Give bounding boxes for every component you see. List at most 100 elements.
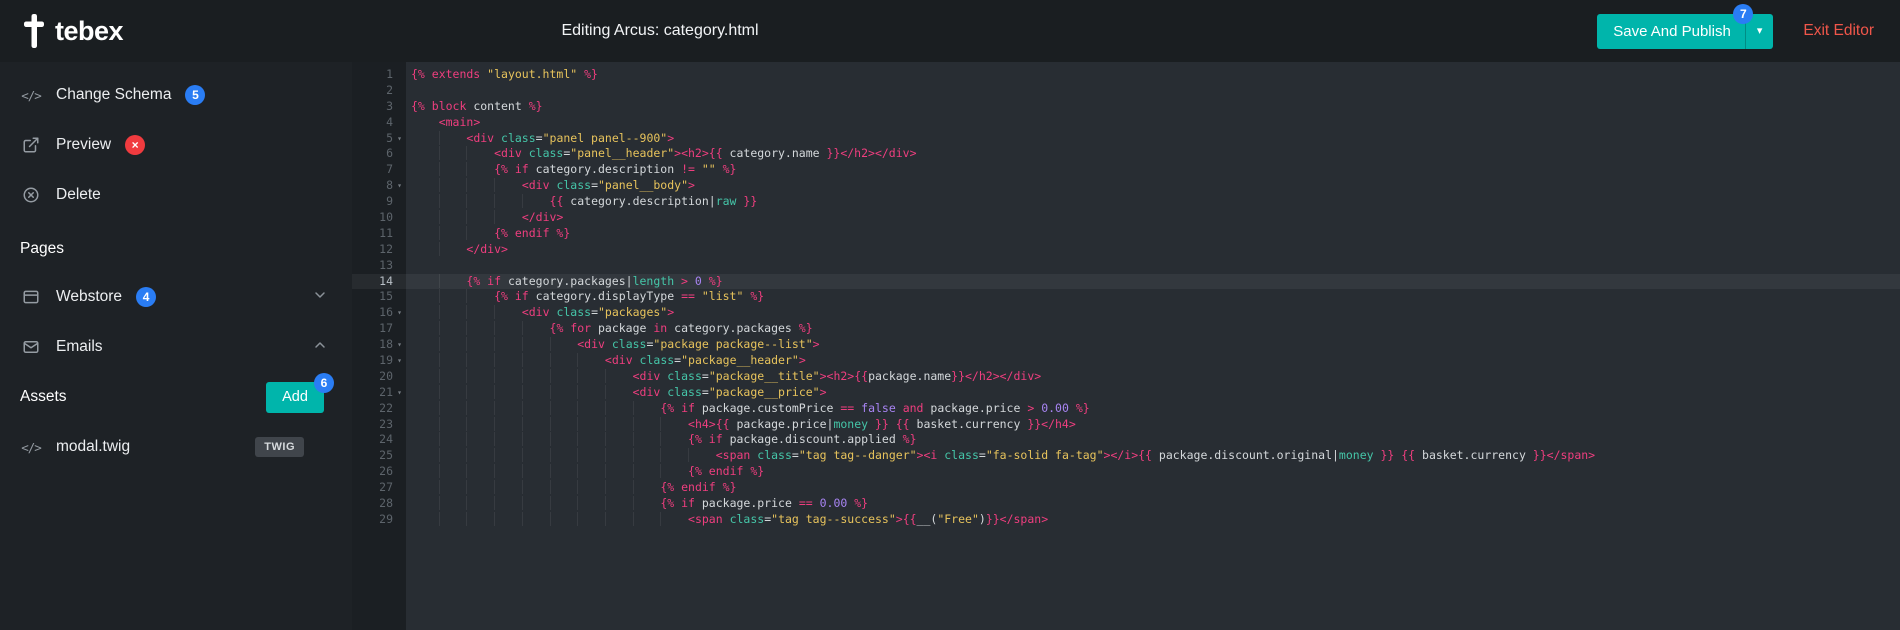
code-line[interactable]: 28 {% if package.price == 0.00 %} <box>352 496 1900 512</box>
line-number: 27 <box>379 480 393 495</box>
line-number: 21 ▾ <box>352 385 406 401</box>
editor-app: tebex Editing Arcus: category.html Save … <box>0 0 1900 630</box>
tebex-logo-icon <box>24 14 44 48</box>
sidebar-item-delete[interactable]: Delete <box>0 170 352 220</box>
line-number: 20 <box>379 368 393 383</box>
chevron-down-icon[interactable] <box>312 287 328 308</box>
code-line[interactable]: 16 ▾ <div class="packages"> <box>352 305 1900 321</box>
sidebar-item-preview[interactable]: Preview × <box>0 120 352 170</box>
code-icon: </> <box>21 439 42 455</box>
webstore-badge: 4 <box>136 287 157 307</box>
exit-editor-link[interactable]: Exit Editor <box>1803 22 1874 40</box>
fold-caret-icon[interactable]: ▾ <box>393 385 406 401</box>
line-number: 2 <box>386 82 393 97</box>
code-area[interactable]: 1 {% extends "layout.html" %} 2 3 {% block c… <box>352 62 1900 528</box>
code-line[interactable]: 11 {% endif %} <box>352 226 1900 242</box>
code-line[interactable]: 23 <h4>{{ package.price|money }} {{ bask… <box>352 417 1900 433</box>
code-line[interactable]: 2 <box>352 83 1900 99</box>
file-type-badge: TWIG <box>255 437 304 457</box>
code-line[interactable]: 22 {% if package.customPrice == false an… <box>352 401 1900 417</box>
line-number: 26 <box>379 464 393 479</box>
code-line[interactable]: 26 {% endif %} <box>352 464 1900 480</box>
code-line[interactable]: 13 <box>352 258 1900 274</box>
code-line[interactable]: 9 {{ category.description|raw }} <box>352 194 1900 210</box>
chevron-up-icon[interactable] <box>312 337 328 358</box>
webstore-label: Webstore <box>56 288 123 305</box>
code-line[interactable]: 17 {% for package in category.packages %… <box>352 321 1900 337</box>
line-number: 3 <box>386 98 393 113</box>
sidebar-item-webstore[interactable]: Webstore 4 <box>0 272 352 322</box>
fold-caret-icon[interactable]: ▾ <box>393 353 406 369</box>
line-number: 25 <box>379 448 393 463</box>
line-number: 1 <box>386 67 393 81</box>
code-line[interactable]: 1 {% extends "layout.html" %} <box>352 67 1900 83</box>
fold-caret-icon[interactable]: ▾ <box>393 131 406 147</box>
code-line[interactable]: 14 {% if category.packages|length > 0 %} <box>352 273 1900 290</box>
sidebar-item-modal-twig[interactable]: </> modal.twig TWIG <box>0 422 352 472</box>
line-number: 19 ▾ <box>352 353 406 369</box>
tebex-logo-text: tebex <box>55 15 124 46</box>
save-button-label: Save And Publish <box>1613 22 1731 40</box>
code-line[interactable]: 19 ▾ <div class="package__header"> <box>352 353 1900 369</box>
code-line[interactable]: 21 ▾ <div class="package__price"> <box>352 385 1900 401</box>
line-number: 11 <box>379 225 393 240</box>
line-number: 13 <box>379 257 393 272</box>
line-number: 24 <box>379 432 393 447</box>
delete-circle-x-icon <box>20 186 42 204</box>
save-button-group: Save And Publish ▾ 7 <box>1597 3 1774 49</box>
webstore-icon <box>20 288 42 306</box>
line-number: 5 ▾ <box>352 131 406 147</box>
line-number: 17 <box>379 321 393 336</box>
fold-caret-icon[interactable]: ▾ <box>393 337 406 353</box>
preview-error-badge: × <box>125 135 146 155</box>
code-line[interactable]: 5 ▾ <div class="panel panel--900"> <box>352 131 1900 147</box>
line-number: 6 <box>386 146 393 161</box>
envelope-icon <box>20 338 42 356</box>
line-number: 18 ▾ <box>352 337 406 353</box>
pages-section-label: Pages <box>20 240 64 257</box>
topbar-actions: Save And Publish ▾ 7 Exit Editor <box>1597 3 1874 49</box>
line-number: 23 <box>379 416 393 431</box>
code-editor[interactable]: 1 {% extends "layout.html" %} 2 3 {% block c… <box>352 62 1900 630</box>
code-line[interactable]: 12 </div> <box>352 242 1900 258</box>
file-name-label: modal.twig <box>56 438 131 455</box>
line-number: 29 <box>379 511 393 526</box>
code-line[interactable]: 24 {% if package.discount.applied %} <box>352 432 1900 448</box>
topbar: tebex Editing Arcus: category.html Save … <box>0 0 1900 62</box>
line-number: 9 <box>386 194 393 209</box>
assets-label: Assets <box>20 388 67 405</box>
code-line[interactable]: 7 {% if category.description != "" %} <box>352 162 1900 178</box>
line-number: 14 <box>379 273 393 288</box>
code-line[interactable]: 15 {% if category.displayType == "list" … <box>352 289 1900 305</box>
save-notification-badge: 7 <box>1733 3 1754 24</box>
fold-caret-icon[interactable]: ▾ <box>393 178 406 194</box>
code-icon: </> <box>21 87 42 103</box>
code-line[interactable]: 20 <div class="package__title"><h2>{{pac… <box>352 369 1900 385</box>
tebex-logo: tebex <box>22 14 124 48</box>
line-number: 16 ▾ <box>352 305 406 321</box>
change-schema-badge: 5 <box>185 85 206 105</box>
sidebar-item-emails[interactable]: Emails <box>0 322 352 372</box>
assets-section: Assets Add 6 <box>0 372 352 422</box>
fold-caret-icon[interactable]: ▾ <box>393 305 406 321</box>
code-line[interactable]: 29 <span class="tag tag--success">{{__("… <box>352 512 1900 528</box>
code-line[interactable]: 6 <div class="panel__header"><h2>{{ cate… <box>352 146 1900 162</box>
sidebar: </> Change Schema 5 Preview × Delete Pag… <box>0 62 352 630</box>
code-line[interactable]: 27 {% endif %} <box>352 480 1900 496</box>
change-schema-label: Change Schema <box>56 86 172 103</box>
external-link-icon <box>20 136 42 154</box>
line-number: 8 ▾ <box>352 178 406 194</box>
code-line[interactable]: 18 ▾ <div class="package package--list"> <box>352 337 1900 353</box>
line-number: 15 <box>379 289 393 304</box>
line-number: 10 <box>379 210 393 225</box>
assets-badge: 6 <box>314 372 334 393</box>
code-line[interactable]: 10 </div> <box>352 210 1900 226</box>
sidebar-item-change-schema[interactable]: </> Change Schema 5 <box>0 70 352 120</box>
code-line[interactable]: 25 <span class="tag tag--danger"><i clas… <box>352 448 1900 464</box>
code-line[interactable]: 8 ▾ <div class="panel__body"> <box>352 178 1900 194</box>
emails-label: Emails <box>56 338 103 355</box>
line-number: 12 <box>379 241 393 256</box>
code-line[interactable]: 3 {% block content %} <box>352 99 1900 115</box>
code-line[interactable]: 4 <main> <box>352 115 1900 131</box>
page-title: Editing Arcus: category.html <box>561 22 759 39</box>
